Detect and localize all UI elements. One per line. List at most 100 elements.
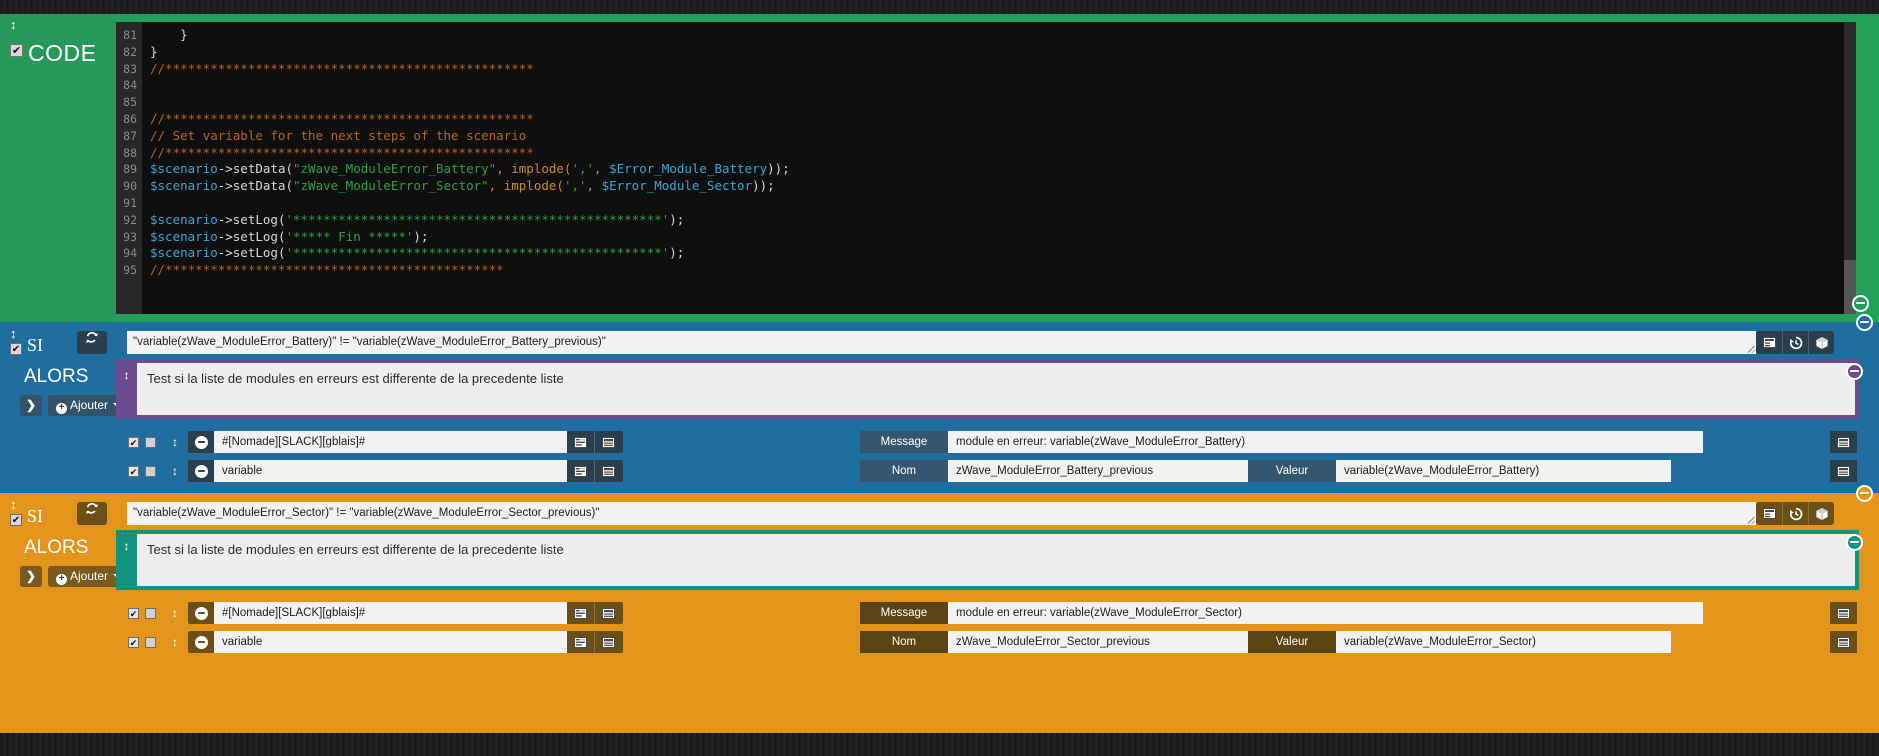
action-secondary-checkbox[interactable] xyxy=(145,436,156,448)
action-param: Nom zWave_ModuleError_Sector_previous xyxy=(860,631,1248,653)
code-token: ->setData( xyxy=(217,178,293,194)
action-enabled-checkbox[interactable]: ✔ xyxy=(128,636,139,648)
window-icon[interactable] xyxy=(594,602,621,624)
editor-lines[interactable]: 81 } 82} 83//*****************************… xyxy=(116,27,1856,279)
line-code: } xyxy=(142,44,158,59)
code-editor[interactable]: 81 } 82} 83//*****************************… xyxy=(116,22,1856,314)
param-value-input[interactable]: zWave_ModuleError_Sector_previous xyxy=(948,631,1248,653)
condition-resize-grip[interactable] xyxy=(1747,345,1756,354)
param-value-input[interactable]: variable(zWave_ModuleError_Battery) xyxy=(1336,460,1671,482)
action-remove-button[interactable] xyxy=(188,602,214,624)
si-drag-handle-icon[interactable]: ↕ xyxy=(10,498,17,511)
select-list-icon[interactable] xyxy=(567,460,594,482)
action-param: Nom zWave_ModuleError_Battery_previous xyxy=(860,460,1248,482)
comment-drag-handle-icon[interactable]: ↕ xyxy=(116,363,137,415)
box-icon[interactable] xyxy=(1808,502,1834,525)
action-enabled-checkbox[interactable]: ✔ xyxy=(128,436,139,448)
window-icon[interactable] xyxy=(1830,631,1857,653)
code-token: ',' xyxy=(571,161,595,177)
condition-resize-grip[interactable] xyxy=(1747,516,1756,525)
comment-input[interactable]: Test si la liste de modules en erreurs e… xyxy=(137,534,1855,586)
comment-remove-button[interactable] xyxy=(1846,534,1863,551)
action-param: Valeur variable(zWave_ModuleError_Sector) xyxy=(1248,631,1671,653)
condition-input[interactable]: "variable(zWave_ModuleError_Battery)" !=… xyxy=(127,331,1756,354)
select-list-icon[interactable] xyxy=(567,631,594,653)
code-block-collapse-button[interactable] xyxy=(1852,295,1869,312)
condition-refresh-button[interactable] xyxy=(77,502,107,525)
action-secondary-checkbox[interactable] xyxy=(145,607,156,619)
select-list-icon[interactable] xyxy=(567,431,594,453)
si-drag-handle-icon[interactable]: ↕ xyxy=(10,327,17,340)
action-enabled-checkbox[interactable]: ✔ xyxy=(128,607,139,619)
code-token: //**************************************… xyxy=(150,144,534,160)
line-number: 88 xyxy=(123,145,137,160)
action-drag-handle-icon[interactable]: ↕ xyxy=(172,606,178,620)
param-tools xyxy=(1830,431,1857,453)
action-param: Message module en erreur: variable(zWave_… xyxy=(860,602,1703,624)
action-remove-button[interactable] xyxy=(188,431,214,453)
si-enabled-checkbox[interactable]: ✔ xyxy=(10,343,22,355)
window-icon[interactable] xyxy=(1830,431,1857,453)
comment-drag-handle-icon[interactable]: ↕ xyxy=(116,534,137,586)
code-enabled-checkbox[interactable]: ✔ xyxy=(10,44,23,57)
param-value-input[interactable]: variable(zWave_ModuleError_Sector) xyxy=(1336,631,1671,653)
alors-expand-button[interactable]: ❯ xyxy=(20,395,42,416)
code-token: ->setData( xyxy=(217,161,293,177)
updown-arrow-icon[interactable]: ↕ xyxy=(10,18,17,31)
line-code: } xyxy=(142,27,188,42)
condition-input[interactable]: "variable(zWave_ModuleError_Sector)" != … xyxy=(127,502,1756,525)
param-value-input[interactable]: module en erreur: variable(zWave_ModuleE… xyxy=(948,431,1703,453)
code-token: '***************************************… xyxy=(285,211,670,227)
box-icon[interactable] xyxy=(1808,331,1834,354)
line-number: 92 xyxy=(123,212,137,227)
si-enabled-checkbox[interactable]: ✔ xyxy=(10,514,22,526)
alors-expand-button[interactable]: ❯ xyxy=(20,566,42,587)
window-icon[interactable] xyxy=(1830,602,1857,624)
window-icon[interactable] xyxy=(594,460,621,482)
code-token: $scenario xyxy=(150,228,218,244)
condition-refresh-button[interactable] xyxy=(77,331,107,354)
command-input[interactable]: #[Nomade][SLACK][gblais]# xyxy=(214,431,567,453)
alors-add-label: Ajouter xyxy=(70,398,109,412)
line-number: 91 xyxy=(123,195,137,210)
window-icon[interactable] xyxy=(1830,460,1857,482)
si-collapse-button[interactable] xyxy=(1856,485,1873,502)
command-input[interactable]: #[Nomade][SLACK][gblais]# xyxy=(214,602,567,624)
action-row: ✔ ↕ #[Nomade][SLACK][gblais]# xyxy=(128,431,623,453)
action-drag-handle-icon[interactable]: ↕ xyxy=(172,435,178,449)
action-drag-handle-icon[interactable]: ↕ xyxy=(172,464,178,478)
code-token: ); xyxy=(413,228,429,244)
param-tools xyxy=(1830,602,1857,624)
list-icon[interactable] xyxy=(1756,502,1782,525)
action-secondary-checkbox[interactable] xyxy=(145,636,156,648)
si-collapse-button[interactable] xyxy=(1856,314,1873,331)
window-icon[interactable] xyxy=(594,431,621,453)
line-number: 87 xyxy=(123,128,137,143)
action-remove-button[interactable] xyxy=(188,460,214,482)
window-icon[interactable] xyxy=(594,631,621,653)
editor-scrollbar[interactable] xyxy=(1844,22,1856,314)
select-list-icon[interactable] xyxy=(567,602,594,624)
command-input[interactable]: variable xyxy=(214,631,567,653)
history-icon[interactable] xyxy=(1782,331,1808,354)
alors-label: ALORS xyxy=(24,537,89,558)
comment-input[interactable]: Test si la liste de modules en erreurs e… xyxy=(137,363,1855,415)
code-token: ); xyxy=(669,245,685,261)
action-secondary-checkbox[interactable] xyxy=(145,465,156,477)
comment-remove-button[interactable] xyxy=(1846,363,1863,380)
line-code: //**************************************… xyxy=(142,145,534,160)
command-input[interactable]: variable xyxy=(214,460,567,482)
plus-icon: + xyxy=(56,574,67,585)
code-token: $Error_Module_Sector xyxy=(601,178,753,194)
param-value-input[interactable]: module en erreur: variable(zWave_ModuleE… xyxy=(948,602,1703,624)
history-icon[interactable] xyxy=(1782,502,1808,525)
action-remove-button[interactable] xyxy=(188,631,214,653)
action-enabled-checkbox[interactable]: ✔ xyxy=(128,465,139,477)
param-value-input[interactable]: zWave_ModuleError_Battery_previous xyxy=(948,460,1248,482)
action-drag-handle-icon[interactable]: ↕ xyxy=(172,635,178,649)
line-code: $scenario->setLog('*********************… xyxy=(142,212,684,227)
list-icon[interactable] xyxy=(1756,331,1782,354)
plus-icon: + xyxy=(56,403,67,414)
